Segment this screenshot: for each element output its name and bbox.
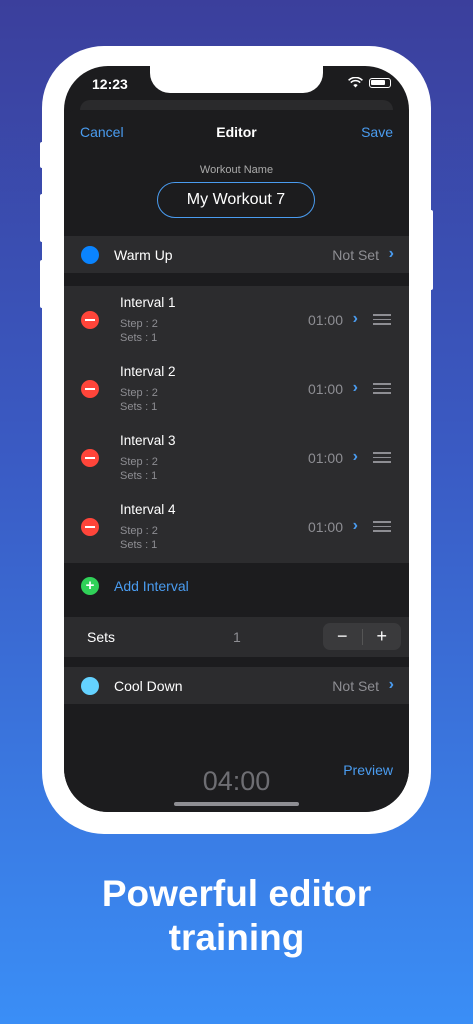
interval-time: 01:00 <box>307 312 343 328</box>
drag-handle-icon[interactable] <box>373 449 391 466</box>
interval-sets: Sets : 1 <box>120 401 158 413</box>
interval-step: Step : 2 <box>120 387 158 399</box>
interval-name: Interval 1 <box>120 295 176 310</box>
interval-sets: Sets : 1 <box>120 332 158 344</box>
add-icon: + <box>81 577 99 595</box>
interval-time: 01:00 <box>307 519 343 535</box>
delete-interval-icon[interactable] <box>81 380 99 398</box>
interval-name: Interval 2 <box>120 364 176 379</box>
delete-interval-icon[interactable] <box>81 311 99 329</box>
status-icons <box>348 77 391 88</box>
interval-step: Step : 2 <box>120 525 158 537</box>
tagline-line-2: training <box>168 917 305 958</box>
chevron-right-icon: › <box>352 448 358 465</box>
interval-sets: Sets : 1 <box>120 539 158 551</box>
sets-row: Sets 1 − + <box>64 617 409 657</box>
list-item[interactable]: Interval 2 Step : 2 Sets : 1 01:00 › <box>64 355 409 424</box>
interval-step: Step : 2 <box>120 456 158 468</box>
interval-time: 01:00 <box>307 450 343 466</box>
notch <box>150 66 323 93</box>
delete-interval-icon[interactable] <box>81 449 99 467</box>
delete-interval-icon[interactable] <box>81 518 99 536</box>
list-item[interactable]: Interval 3 Step : 2 Sets : 1 01:00 › <box>64 424 409 493</box>
chevron-right-icon: › <box>352 517 358 534</box>
drag-handle-icon[interactable] <box>373 311 391 328</box>
workout-name-input[interactable]: My Workout 7 <box>157 182 315 218</box>
drag-handle-icon[interactable] <box>373 380 391 397</box>
warm-up-label: Warm Up <box>114 247 173 263</box>
sets-value: 1 <box>233 629 241 645</box>
add-interval-button[interactable]: + Add Interval <box>64 570 409 602</box>
warm-up-row[interactable]: Warm Up Not Set › <box>64 236 409 273</box>
warm-up-value: Not Set <box>332 247 379 263</box>
editor-sheet: Cancel Editor Save Workout Name My Worko… <box>64 110 409 812</box>
interval-step: Step : 2 <box>120 318 158 330</box>
chevron-right-icon: › <box>352 310 358 327</box>
status-time: 12:23 <box>92 76 128 92</box>
cool-down-color-dot <box>81 677 99 695</box>
preview-button[interactable]: Preview <box>343 762 393 778</box>
chevron-right-icon: › <box>388 245 394 262</box>
tagline-line-1: Powerful editor <box>101 873 372 914</box>
wifi-icon <box>348 77 363 88</box>
cool-down-row[interactable]: Cool Down Not Set › <box>64 667 409 704</box>
save-button[interactable]: Save <box>361 124 393 140</box>
phone-screen: 12:23 Cancel Editor Save Workout Name My… <box>64 66 409 812</box>
sets-stepper[interactable]: − + <box>323 623 401 650</box>
battery-icon <box>369 77 391 88</box>
interval-list: Interval 1 Step : 2 Sets : 1 01:00 › Int… <box>64 286 409 563</box>
increment-button[interactable]: + <box>363 626 402 647</box>
sets-label: Sets <box>87 629 116 645</box>
add-interval-label: Add Interval <box>114 578 189 594</box>
decrement-button[interactable]: − <box>323 626 362 647</box>
cool-down-label: Cool Down <box>114 678 183 694</box>
marketing-tagline: Powerful editor training <box>0 872 473 960</box>
page-title: Editor <box>216 124 257 140</box>
cool-down-value: Not Set <box>332 678 379 694</box>
interval-time: 01:00 <box>307 381 343 397</box>
interval-sets: Sets : 1 <box>120 470 158 482</box>
warm-up-color-dot <box>81 246 99 264</box>
interval-name: Interval 3 <box>120 433 176 448</box>
interval-name: Interval 4 <box>120 502 176 517</box>
chevron-right-icon: › <box>388 676 394 693</box>
chevron-right-icon: › <box>352 379 358 396</box>
list-item[interactable]: Interval 1 Step : 2 Sets : 1 01:00 › <box>64 286 409 355</box>
list-item[interactable]: Interval 4 Step : 2 Sets : 1 01:00 › <box>64 493 409 563</box>
workout-name-label: Workout Name <box>199 164 274 176</box>
home-indicator <box>174 802 299 806</box>
navigation-bar: Cancel Editor Save <box>64 124 409 148</box>
drag-handle-icon[interactable] <box>373 518 391 535</box>
